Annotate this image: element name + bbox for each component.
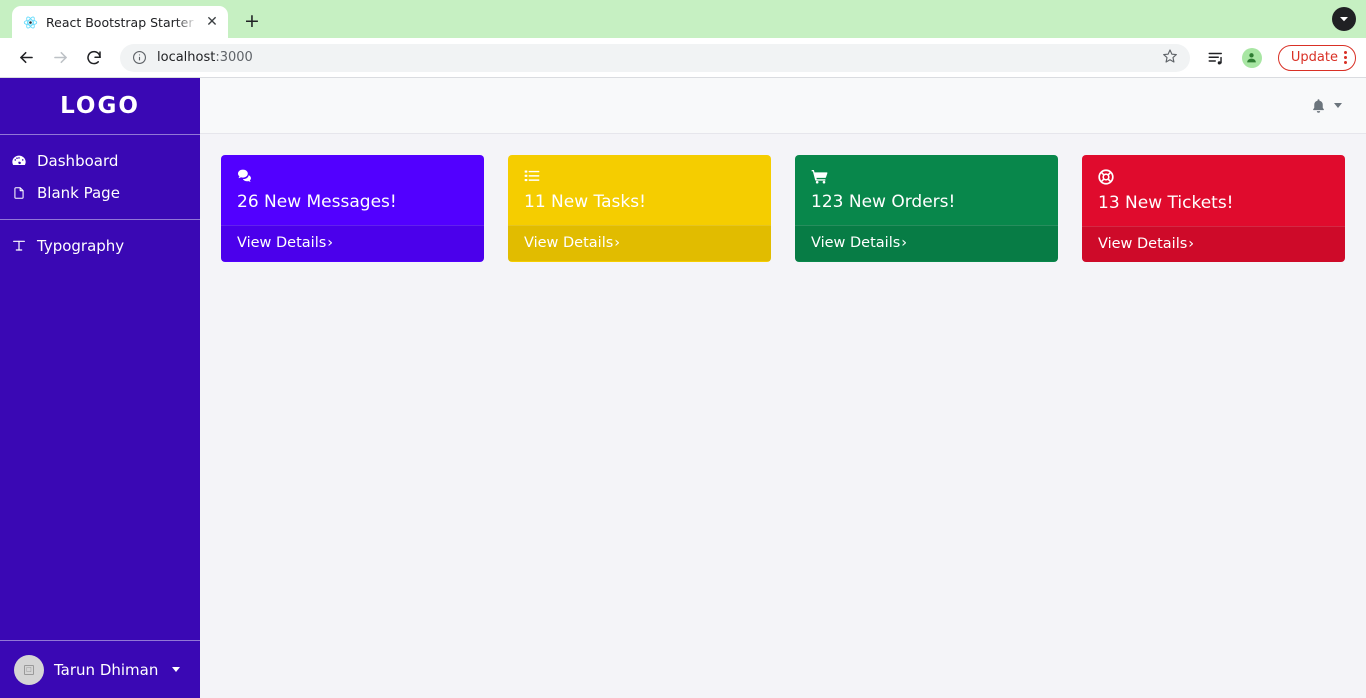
- card-body: 13 New Tickets!: [1082, 155, 1345, 226]
- card-link-label: View Details: [237, 235, 326, 251]
- browser-tab[interactable]: React Bootstrap Starter App ✕: [12, 6, 228, 38]
- card-title: 123 New Orders!: [811, 191, 1042, 213]
- dashboard-main: 26 New Messages! View Details›: [200, 134, 1366, 698]
- broken-image-avatar-icon: □: [14, 655, 44, 685]
- content-area: 26 New Messages! View Details›: [200, 78, 1366, 698]
- bell-icon: [1310, 97, 1327, 115]
- comments-icon: [237, 169, 468, 188]
- stat-card-tickets[interactable]: 13 New Tickets! View Details›: [1082, 155, 1345, 262]
- file-icon: [10, 185, 28, 201]
- sidebar-nav-group-secondary: Typography: [0, 220, 200, 272]
- card-title: 26 New Messages!: [237, 191, 468, 213]
- sidebar-nav-group-main: Dashboard Blank Page: [0, 135, 200, 219]
- browser-toolbar: localhost:3000 Update: [0, 38, 1366, 78]
- close-icon[interactable]: ✕: [204, 14, 220, 30]
- top-navbar: [200, 78, 1366, 134]
- sidebar-item-blank-page[interactable]: Blank Page: [0, 177, 200, 209]
- reload-icon[interactable]: [78, 42, 110, 74]
- star-icon[interactable]: [1162, 48, 1178, 68]
- chevron-down-circle-icon[interactable]: [1332, 7, 1356, 31]
- card-title: 13 New Tickets!: [1098, 192, 1329, 214]
- sidebar-user-menu[interactable]: □ Tarun Dhiman: [0, 641, 200, 698]
- react-logo-icon: [22, 14, 39, 31]
- chevron-right-icon: ›: [614, 235, 620, 251]
- back-arrow-icon[interactable]: [10, 42, 42, 74]
- url-port: :3000: [215, 50, 252, 65]
- chevron-right-icon: ›: [327, 235, 333, 251]
- sidebar-logo[interactable]: LOGO: [0, 78, 200, 134]
- caret-down-icon: [1334, 103, 1342, 108]
- tab-strip: React Bootstrap Starter App ✕ +: [0, 0, 1366, 38]
- card-footer-link[interactable]: View Details›: [508, 225, 771, 261]
- sidebar-item-label: Blank Page: [37, 184, 120, 202]
- chevron-right-icon: ›: [901, 235, 907, 251]
- caret-down-icon: [172, 667, 180, 672]
- stat-card-messages[interactable]: 26 New Messages! View Details›: [221, 155, 484, 262]
- info-circle-icon[interactable]: [132, 50, 147, 65]
- card-title: 11 New Tasks!: [524, 191, 755, 213]
- kebab-menu-icon[interactable]: [1344, 51, 1347, 64]
- card-link-label: View Details: [1098, 236, 1187, 252]
- card-body: 26 New Messages!: [221, 155, 484, 225]
- tachometer-icon: [10, 153, 28, 169]
- profile-avatar-icon[interactable]: [1236, 42, 1268, 74]
- reading-list-icon[interactable]: [1200, 42, 1232, 74]
- list-icon: [524, 169, 755, 188]
- url-host: localhost: [157, 50, 215, 65]
- sidebar-item-dashboard[interactable]: Dashboard: [0, 145, 200, 177]
- card-body: 123 New Orders!: [795, 155, 1058, 225]
- sidebar-item-label: Typography: [37, 237, 124, 255]
- update-label: Update: [1291, 50, 1338, 65]
- sidebar-item-label: Dashboard: [37, 152, 118, 170]
- notifications-menu[interactable]: [1310, 97, 1342, 115]
- stat-card-row: 26 New Messages! View Details›: [221, 155, 1345, 262]
- card-footer-link[interactable]: View Details›: [795, 225, 1058, 261]
- application: LOGO Dashboard: [0, 78, 1366, 698]
- card-footer-link[interactable]: View Details›: [221, 225, 484, 261]
- update-button[interactable]: Update: [1278, 45, 1356, 71]
- forward-arrow-icon[interactable]: [44, 42, 76, 74]
- sidebar-item-typography[interactable]: Typography: [0, 230, 200, 262]
- browser-tab-title: React Bootstrap Starter App: [46, 15, 197, 30]
- shopping-cart-icon: [811, 169, 1042, 188]
- profile-dot: [1242, 48, 1262, 68]
- sidebar: LOGO Dashboard: [0, 78, 200, 698]
- chevron-right-icon: ›: [1188, 236, 1194, 252]
- toolbar-right-actions: Update: [1200, 42, 1356, 74]
- life-ring-icon: [1098, 169, 1329, 189]
- stat-card-orders[interactable]: 123 New Orders! View Details›: [795, 155, 1058, 262]
- stat-card-tasks[interactable]: 11 New Tasks! View Details›: [508, 155, 771, 262]
- browser-window: React Bootstrap Starter App ✕ +: [0, 0, 1366, 698]
- card-link-label: View Details: [524, 235, 613, 251]
- address-bar[interactable]: localhost:3000: [120, 44, 1190, 72]
- card-link-label: View Details: [811, 235, 900, 251]
- sidebar-spacer: [0, 272, 200, 640]
- card-body: 11 New Tasks!: [508, 155, 771, 225]
- url-text: localhost:3000: [157, 50, 253, 65]
- new-tab-button[interactable]: +: [238, 7, 266, 35]
- card-footer-link[interactable]: View Details›: [1082, 226, 1345, 262]
- text-height-icon: [10, 238, 28, 254]
- user-name: Tarun Dhiman: [54, 661, 158, 679]
